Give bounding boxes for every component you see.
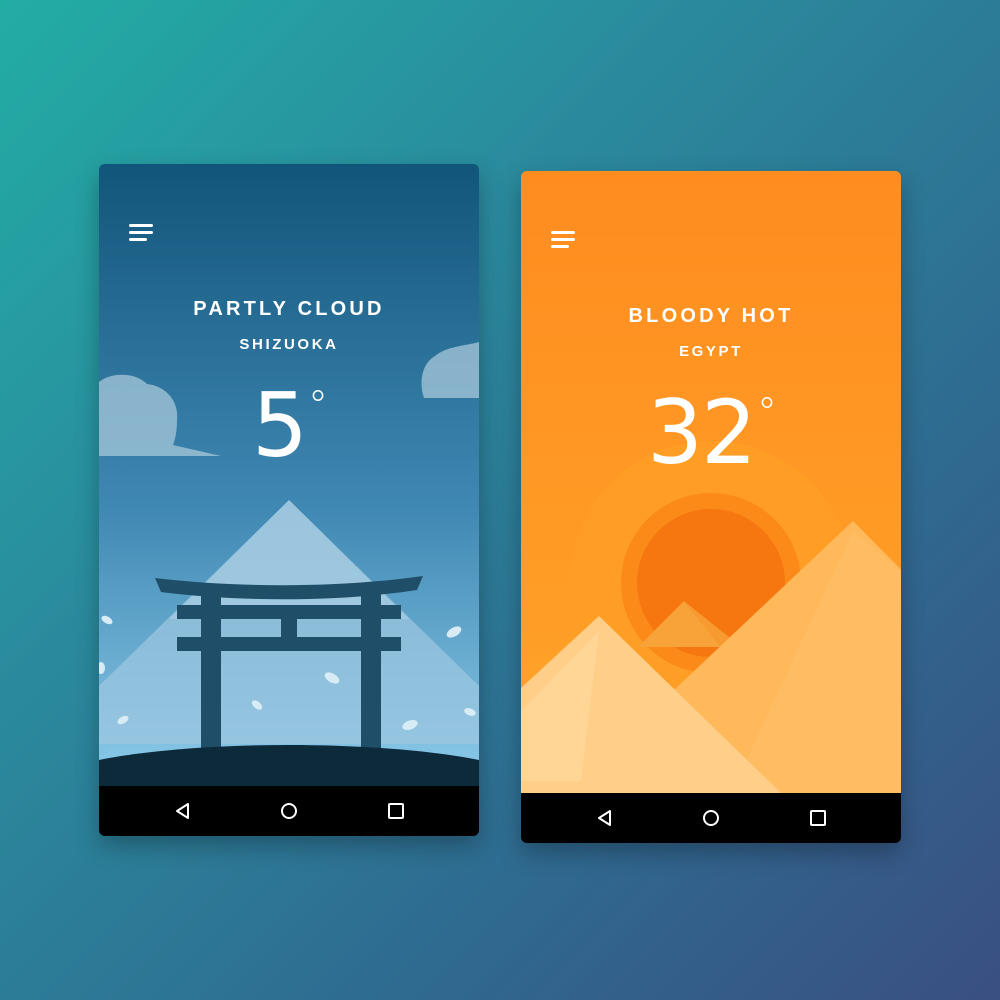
degree-symbol: ° — [308, 383, 328, 429]
back-button[interactable] — [173, 801, 193, 821]
weather-screen: PARTLY CLOUD SHIZUOKA 5° — [99, 164, 479, 786]
weather-condition: PARTLY CLOUD — [193, 298, 385, 320]
home-icon — [703, 810, 719, 826]
back-icon — [176, 803, 189, 819]
location-name: EGYPT — [679, 343, 743, 360]
temperature: 32° — [521, 389, 901, 477]
back-icon — [598, 810, 611, 826]
temperature-value: 5 — [252, 374, 308, 477]
location-name: SHIZUOKA — [239, 336, 339, 353]
menu-icon — [129, 224, 153, 227]
menu-icon — [551, 231, 575, 234]
menu-button[interactable] — [127, 222, 157, 246]
weather-card-shizuoka: PARTLY CLOUD SHIZUOKA 5° — [99, 164, 479, 836]
navigation-bar — [521, 793, 901, 843]
back-button[interactable] — [595, 808, 615, 828]
recent-apps-button[interactable] — [808, 808, 828, 828]
recent-apps-icon — [388, 803, 404, 819]
home-button[interactable] — [701, 808, 721, 828]
menu-button[interactable] — [549, 229, 579, 253]
temperature-value: 32 — [647, 381, 757, 484]
home-button[interactable] — [279, 801, 299, 821]
recent-apps-icon — [810, 810, 826, 826]
weather-screen: BLOODY HOT EGYPT 32° — [521, 171, 901, 793]
degree-symbol: ° — [756, 390, 777, 436]
navigation-bar — [99, 786, 479, 836]
temperature: 5° — [99, 382, 479, 470]
weather-card-egypt: BLOODY HOT EGYPT 32° — [521, 171, 901, 843]
home-icon — [281, 803, 297, 819]
recent-apps-button[interactable] — [386, 801, 406, 821]
weather-condition: BLOODY HOT — [628, 305, 794, 327]
